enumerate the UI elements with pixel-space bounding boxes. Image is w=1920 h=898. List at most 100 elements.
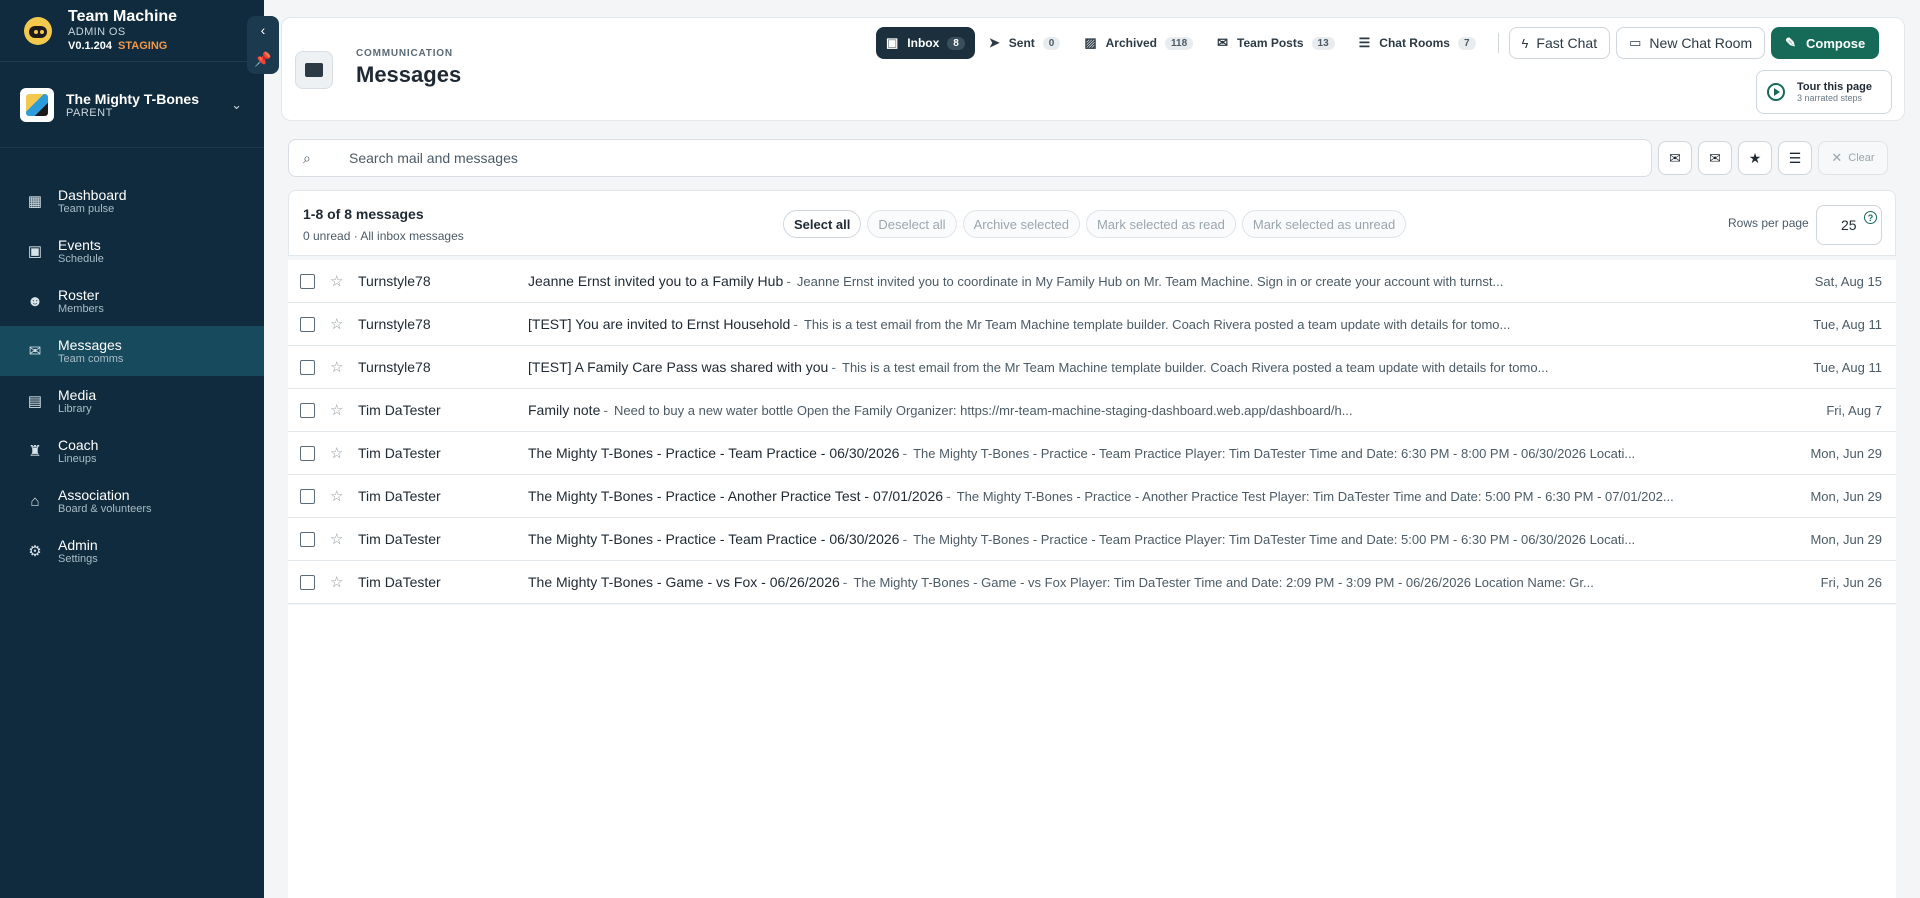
- tab-count-badge: 118: [1165, 36, 1194, 50]
- tab-sent[interactable]: ➤ Sent 0: [979, 27, 1070, 59]
- archive-selected-button[interactable]: Archive selected: [962, 210, 1080, 238]
- sidebar-item-sub: Members: [58, 303, 104, 315]
- message-subject: Family note: [528, 402, 601, 418]
- tab-chat-rooms[interactable]: ☰ Chat Rooms 7: [1349, 27, 1486, 59]
- message-row[interactable]: ☆ Tim DaTester The Mighty T-Bones - Practi…: [288, 475, 1896, 518]
- sidebar-item-dashboard[interactable]: ▦ Dashboard Team pulse: [0, 176, 264, 226]
- star-icon[interactable]: ☆: [330, 444, 344, 462]
- subject-separator: -: [902, 531, 908, 547]
- star-filter-icon[interactable]: ★: [1738, 141, 1772, 175]
- building-icon: ⌂: [30, 492, 40, 510]
- clear-button[interactable]: ✕ Clear: [1818, 141, 1888, 175]
- star-icon[interactable]: ☆: [330, 358, 344, 376]
- sidebar-item-association[interactable]: ⌂ Association Board & volunteers: [0, 476, 264, 526]
- mail-unread-icon[interactable]: ✉: [1698, 141, 1732, 175]
- fast-chat-label: Fast Chat: [1536, 35, 1598, 51]
- star-icon[interactable]: ☆: [330, 401, 344, 419]
- message-row[interactable]: ☆ Turnstyle78 Jeanne Ernst invited you to …: [288, 260, 1896, 303]
- rows-per-page-select[interactable]: 25 ?: [1816, 205, 1882, 245]
- mark-selected-as-unread-button[interactable]: Mark selected as unread: [1241, 210, 1407, 238]
- compose-label: Compose: [1806, 35, 1866, 51]
- star-icon[interactable]: ☆: [330, 315, 344, 333]
- sidebar-nav: ▦ Dashboard Team pulse ▣ Events Schedule ☻ Rost…: [0, 176, 264, 576]
- compose-button[interactable]: ✎ Compose: [1771, 27, 1880, 59]
- new-chat-room-button[interactable]: ▭ New Chat Room: [1616, 27, 1766, 59]
- collapse-sidebar-icon[interactable]: ‹: [261, 22, 266, 38]
- message-date: Tue, Aug 11: [1813, 316, 1882, 332]
- star-icon[interactable]: ☆: [330, 272, 344, 290]
- row-checkbox[interactable]: [300, 359, 315, 375]
- sidebar-item-sub: Team pulse: [58, 203, 115, 215]
- row-checkbox[interactable]: [300, 574, 315, 590]
- message-date: Fri, Jun 26: [1820, 574, 1882, 590]
- tab-inbox[interactable]: ▣ Inbox 8: [876, 27, 975, 59]
- tab-team-posts[interactable]: ✉ Team Posts 13: [1207, 27, 1345, 59]
- brand: Team Machine ADMIN OS V0.1.204 STAGING: [0, 0, 264, 62]
- deselect-all-button[interactable]: Deselect all: [867, 210, 957, 238]
- help-icon[interactable]: ?: [1864, 211, 1877, 224]
- message-snippet: The Mighty T-Bones - Game - vs Fox Playe…: [853, 575, 1594, 590]
- message-sender: Tim DaTester: [358, 402, 441, 418]
- team-switcher[interactable]: The Mighty T-Bones PARENT ⌄: [0, 62, 264, 148]
- app-version: V0.1.204: [68, 40, 113, 52]
- message-row[interactable]: ☆ Tim DaTester The Mighty T-Bones - Practi…: [288, 518, 1896, 561]
- fast-chat-button[interactable]: ϟ Fast Chat: [1508, 27, 1611, 59]
- row-checkbox[interactable]: [300, 488, 315, 504]
- row-checkbox[interactable]: [300, 445, 315, 461]
- row-checkbox[interactable]: [300, 402, 315, 418]
- pin-icon[interactable]: 📌: [254, 51, 271, 68]
- tab-label: Sent: [1008, 36, 1035, 50]
- tour-button[interactable]: Tour this page 3 narrated steps: [1756, 70, 1892, 114]
- tab-label: Team Posts: [1237, 36, 1304, 50]
- message-subject: The Mighty T-Bones - Practice - Another …: [528, 488, 944, 504]
- chevron-down-icon: ⌄: [231, 96, 242, 112]
- star-icon[interactable]: ☆: [330, 487, 344, 505]
- message-row[interactable]: ☆ Turnstyle78 [TEST] A Family Care Pass wa…: [288, 346, 1896, 389]
- select-all-button[interactable]: Select all: [783, 210, 862, 238]
- row-checkbox[interactable]: [300, 273, 315, 289]
- sidebar-item-media[interactable]: ▤ Media Library: [0, 376, 264, 426]
- row-checkbox[interactable]: [300, 531, 315, 547]
- tab-count-badge: 13: [1311, 36, 1335, 50]
- mark-selected-as-read-button[interactable]: Mark selected as read: [1085, 210, 1236, 238]
- sidebar-item-label: Coach: [58, 437, 99, 453]
- clear-label: Clear: [1848, 152, 1875, 164]
- message-sender: Tim DaTester: [358, 531, 441, 547]
- star-icon[interactable]: ☆: [330, 530, 344, 548]
- list-empty-area: [288, 605, 1896, 898]
- tune-icon[interactable]: ☰: [1778, 141, 1812, 175]
- page-title: Messages: [356, 62, 462, 87]
- message-date: Sat, Aug 15: [1814, 273, 1882, 289]
- message-snippet: Need to buy a new water bottle Open the …: [614, 403, 1353, 418]
- message-subject: [TEST] You are invited to Ernst Househol…: [528, 316, 791, 332]
- message-subject: Jeanne Ernst invited you to a Family Hub: [528, 273, 784, 289]
- message-sender: Turnstyle78: [358, 273, 431, 289]
- sidebar-item-messages[interactable]: ✉ Messages Team comms: [0, 326, 264, 376]
- search-bar: ⌕: [288, 139, 1652, 177]
- row-checkbox[interactable]: [300, 316, 315, 332]
- message-row[interactable]: ☆ Turnstyle78 [TEST] You are invited to Er…: [288, 303, 1896, 346]
- team-role: PARENT: [66, 106, 113, 119]
- message-subject: The Mighty T-Bones - Game - vs Fox - 06/…: [528, 574, 840, 590]
- message-row[interactable]: ☆ Tim DaTester The Mighty T-Bones - Game -…: [288, 561, 1896, 604]
- star-icon[interactable]: ☆: [330, 573, 344, 591]
- message-snippet: This is a test email from the Mr Team Ma…: [842, 360, 1549, 375]
- sidebar-item-admin[interactable]: ⚙ Admin Settings: [0, 526, 264, 576]
- bulk-actions: Select all Deselect all Archive selected Ma…: [783, 210, 1412, 238]
- mail-open-icon[interactable]: ✉: [1658, 141, 1692, 175]
- archive-icon: ▨: [1084, 35, 1097, 50]
- sidebar-item-events[interactable]: ▣ Events Schedule: [0, 226, 264, 276]
- sidebar-item-roster[interactable]: ☻ Roster Members: [0, 276, 264, 326]
- message-row[interactable]: ☆ Tim DaTester The Mighty T-Bones - Practi…: [288, 432, 1896, 475]
- search-input[interactable]: [349, 150, 1549, 166]
- inbox-icon: ▣: [886, 35, 899, 50]
- rows-per-page-value: 25: [1841, 217, 1857, 233]
- calendar-icon: ▣: [27, 243, 43, 260]
- message-subject: The Mighty T-Bones - Practice - Team Pra…: [528, 445, 900, 461]
- sidebar-item-label: Media: [58, 387, 97, 403]
- message-count-sub: 0 unread · All inbox messages: [303, 229, 464, 243]
- message-list: ☆ Turnstyle78 Jeanne Ernst invited you to …: [288, 260, 1896, 604]
- message-row[interactable]: ☆ Tim DaTester Family note - Need to buy a n…: [288, 389, 1896, 432]
- tab-archived[interactable]: ▨ Archived 118: [1074, 27, 1203, 59]
- sidebar-item-coach[interactable]: ♜ Coach Lineups: [0, 426, 264, 476]
